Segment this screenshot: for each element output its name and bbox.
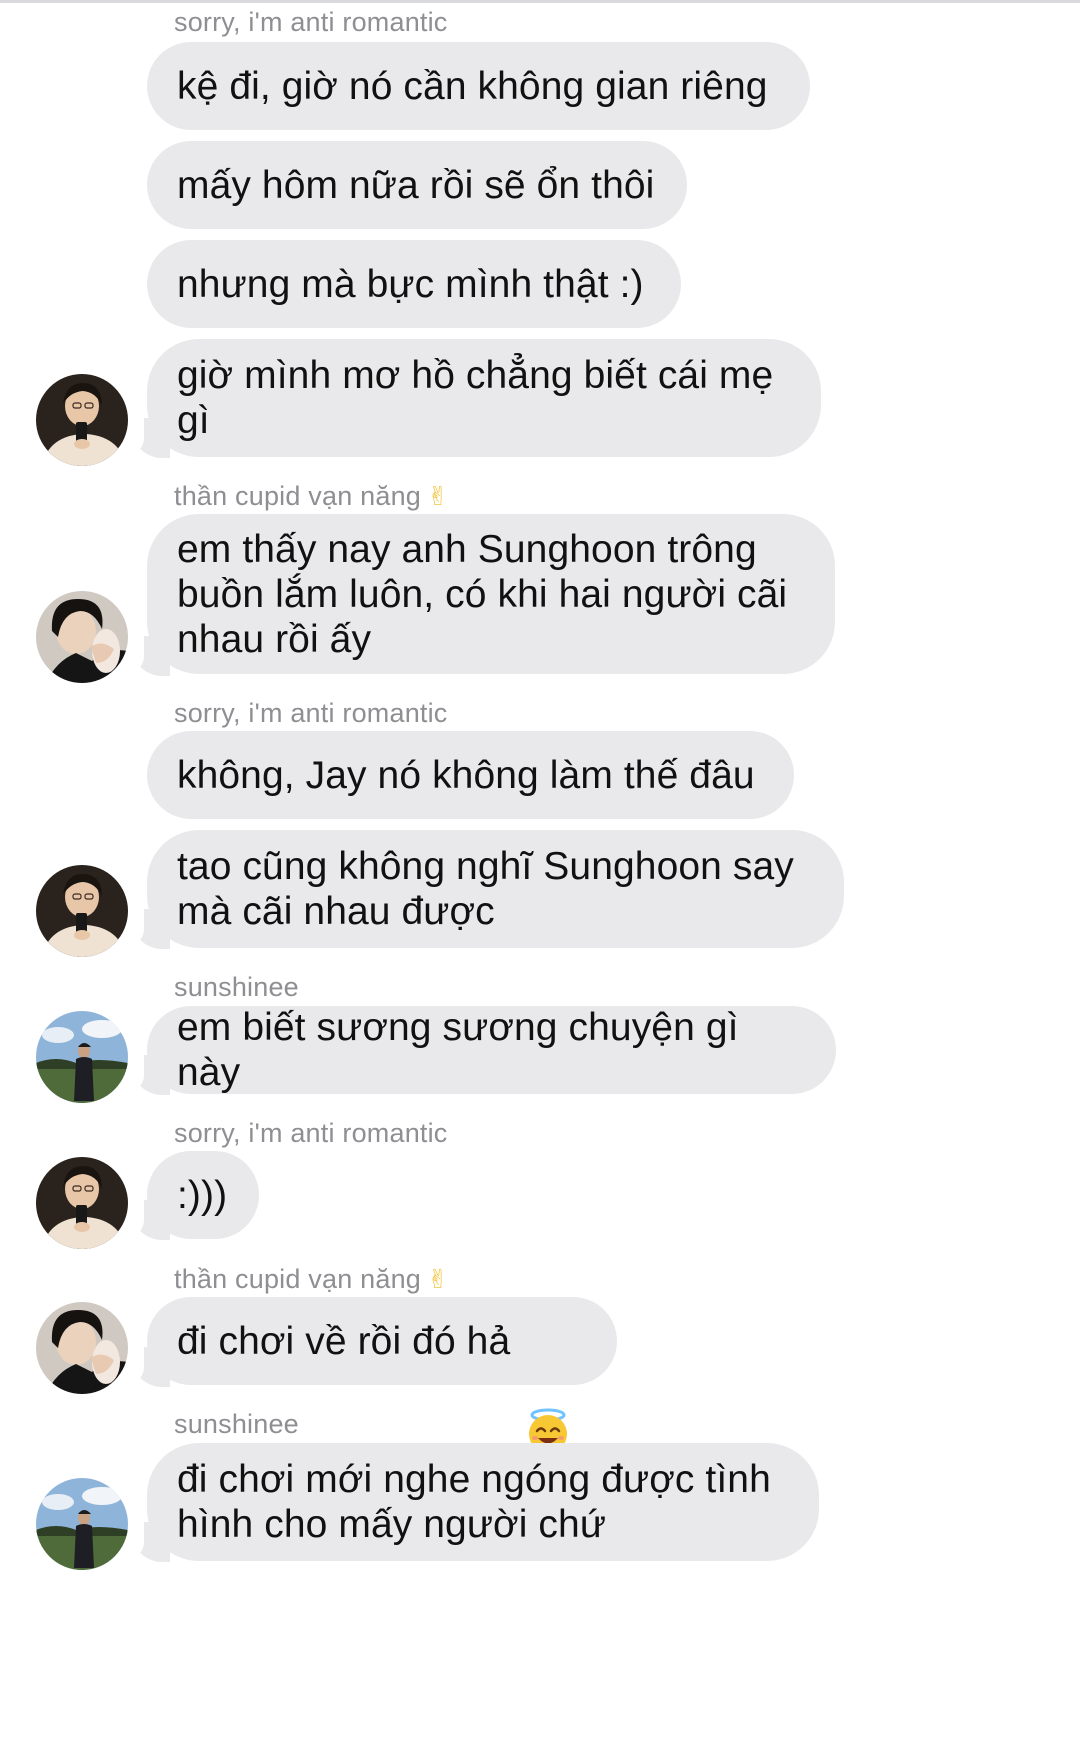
sender-name: thần cupid vạn năng ✌ [174,1264,449,1295]
message-text: giờ mình mơ hồ chẳng biết cái mẹ gì [177,354,774,442]
message-text: em biết sương sương chuyện gì này [177,1006,750,1094]
avatar-anti-romantic[interactable] [36,1157,128,1249]
message-text: không, Jay nó không làm thế đâu [177,753,755,797]
message-text: nhưng mà bực mình thật :) [177,262,644,306]
sender-name: thần cupid vạn năng ✌ [174,481,449,512]
avatar-sunshinee[interactable] [36,1478,128,1570]
message-text: em thấy nay anh Sunghoon trông buồn lắm … [177,527,788,661]
portrait-avatar-icon [36,591,128,683]
message-text: :))) [177,1173,228,1217]
message-bubble[interactable]: giờ mình mơ hồ chẳng biết cái mẹ gì [147,339,821,457]
avatar-sunshinee[interactable] [36,1011,128,1103]
chat-transcript: sorry, i'm anti romantic kệ đi, giờ nó c… [0,0,1080,1752]
sender-name: sunshinee [174,972,299,1002]
outdoor-photo-avatar-icon [36,1011,128,1103]
smiling-halo-emoji-icon [524,1317,572,1453]
message-bubble[interactable]: kệ đi, giờ nó cần không gian riêng [147,42,810,130]
avatar-anti-romantic[interactable] [36,865,128,957]
avatar-cupid[interactable] [36,1302,128,1394]
avatar-anti-romantic[interactable] [36,374,128,466]
message-bubble[interactable]: em biết sương sương chuyện gì này [147,1006,836,1094]
avatar-cupid[interactable] [36,591,128,683]
message-bubble[interactable]: đi chơi về rồi đó hả [147,1297,617,1453]
message-bubble[interactable]: không, Jay nó không làm thế đâu [147,731,794,819]
message-text: đi chơi về rồi đó hả [177,1319,511,1363]
portrait-avatar-icon [36,1302,128,1394]
mirror-selfie-avatar-icon [36,1157,128,1249]
sender-name: sunshinee [174,1409,299,1439]
message-bubble[interactable]: :))) [147,1151,259,1239]
sender-name: sorry, i'm anti romantic [174,1118,448,1148]
message-bubble[interactable]: mấy hôm nữa rồi sẽ ổn thôi [147,141,687,229]
sender-name: sorry, i'm anti romantic [174,7,448,37]
message-bubble[interactable]: nhưng mà bực mình thật :) [147,240,681,328]
mirror-selfie-avatar-icon [36,865,128,957]
message-bubble[interactable]: đi chơi mới nghe ngóng được tình hình ch… [147,1443,819,1561]
victory-hand-emoji-icon: ✌ [427,482,449,512]
message-text: đi chơi mới nghe ngóng được tình hình ch… [177,1458,771,1546]
victory-hand-emoji-icon: ✌ [427,1265,449,1295]
message-bubble[interactable]: tao cũng không nghĩ Sunghoon say mà cãi … [147,830,844,948]
mirror-selfie-avatar-icon [36,374,128,466]
message-text: tao cũng không nghĩ Sunghoon say mà cãi … [177,845,794,933]
message-text: kệ đi, giờ nó cần không gian riêng [177,64,768,108]
message-text: mấy hôm nữa rồi sẽ ổn thôi [177,163,655,207]
message-bubble[interactable]: em thấy nay anh Sunghoon trông buồn lắm … [147,514,835,674]
sender-name: sorry, i'm anti romantic [174,698,448,728]
outdoor-photo-avatar-icon [36,1478,128,1570]
